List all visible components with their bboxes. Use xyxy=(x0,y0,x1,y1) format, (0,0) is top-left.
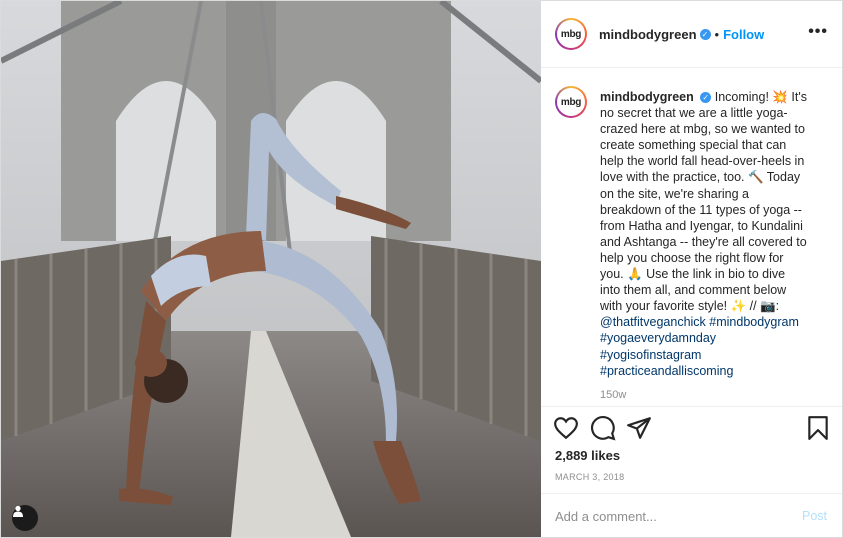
paper-plane-icon[interactable] xyxy=(626,415,652,446)
caption-line: help the world fall head-over-heels in xyxy=(600,154,805,169)
instagram-post: mbg mindbodygreen ✓ • Follow ••• mbg min… xyxy=(0,0,843,538)
heart-icon[interactable] xyxy=(553,415,579,446)
post-date[interactable]: MARCH 3, 2018 xyxy=(555,472,624,482)
caption-line: create something special that can xyxy=(600,138,787,153)
header-username[interactable]: mindbodygreen xyxy=(599,27,697,42)
post-header: mbg mindbodygreen ✓ • Follow ••• xyxy=(541,1,842,68)
caption-line: you. 🙏 Use the link in bio to dive xyxy=(600,267,786,282)
post-photo[interactable] xyxy=(1,1,541,537)
caption-line: on the site, we're sharing a xyxy=(600,186,749,201)
caption-tag-link[interactable]: @thatfitveganchick #mindbodygram xyxy=(600,314,820,330)
bookmark-icon[interactable] xyxy=(806,415,830,446)
caption-line: crazed here at mbg, so we wanted to xyxy=(600,122,805,137)
avatar-logo: mbg xyxy=(557,20,585,48)
follow-button[interactable]: Follow xyxy=(723,27,764,42)
post-caption: mindbodygreen ✓ Incoming! 💥 It's no secr… xyxy=(600,89,820,379)
caption-username[interactable]: mindbodygreen xyxy=(600,90,694,104)
verified-badge-icon: ✓ xyxy=(699,28,711,40)
avatar[interactable]: mbg xyxy=(555,18,587,50)
speech-bubble-icon[interactable] xyxy=(590,415,616,446)
caption-time-ago[interactable]: 150w xyxy=(600,389,626,401)
caption-verified-badge-icon: ✓ xyxy=(700,92,712,103)
caption-line: love with the practice, too. 🔨 Today xyxy=(600,170,801,185)
comment-bar: Post xyxy=(541,493,842,537)
caption-line: with your favorite style! ✨ // 📷: xyxy=(600,299,780,314)
caption-avatar-logo: mbg xyxy=(557,88,585,116)
caption-line: Incoming! 💥 It's xyxy=(714,90,808,104)
post-comment-button[interactable]: Post xyxy=(802,509,827,523)
separator-dot: • xyxy=(714,26,720,42)
caption-line: from Hatha and Iyengar, to Kundalini xyxy=(600,218,803,233)
caption-tag-link[interactable]: #yogisofinstagram xyxy=(600,347,820,363)
caption-line: into them all, and comment below xyxy=(600,283,787,298)
caption-line: no secret that we are a little yoga- xyxy=(600,106,788,121)
more-options-icon[interactable]: ••• xyxy=(808,23,828,41)
caption-line: breakdown of the 11 types of yoga -- xyxy=(600,202,802,217)
caption-tag-link[interactable]: #practiceandalliscoming xyxy=(600,363,820,379)
caption-line: and Ashtanga -- they're all covered to xyxy=(600,234,807,249)
caption-line: help you choose the right flow for xyxy=(600,250,784,265)
yoga-bridge-photo xyxy=(1,1,541,537)
comment-input[interactable] xyxy=(555,507,785,525)
user-tag-icon[interactable] xyxy=(12,505,38,531)
caption-tag-link[interactable]: #yogaeverydamnday xyxy=(600,330,820,346)
post-side-panel: mbg mindbodygreen ✓ • Follow ••• mbg min… xyxy=(541,1,842,537)
caption-avatar[interactable]: mbg xyxy=(555,86,587,118)
like-count[interactable]: 2,889 likes xyxy=(555,448,620,463)
